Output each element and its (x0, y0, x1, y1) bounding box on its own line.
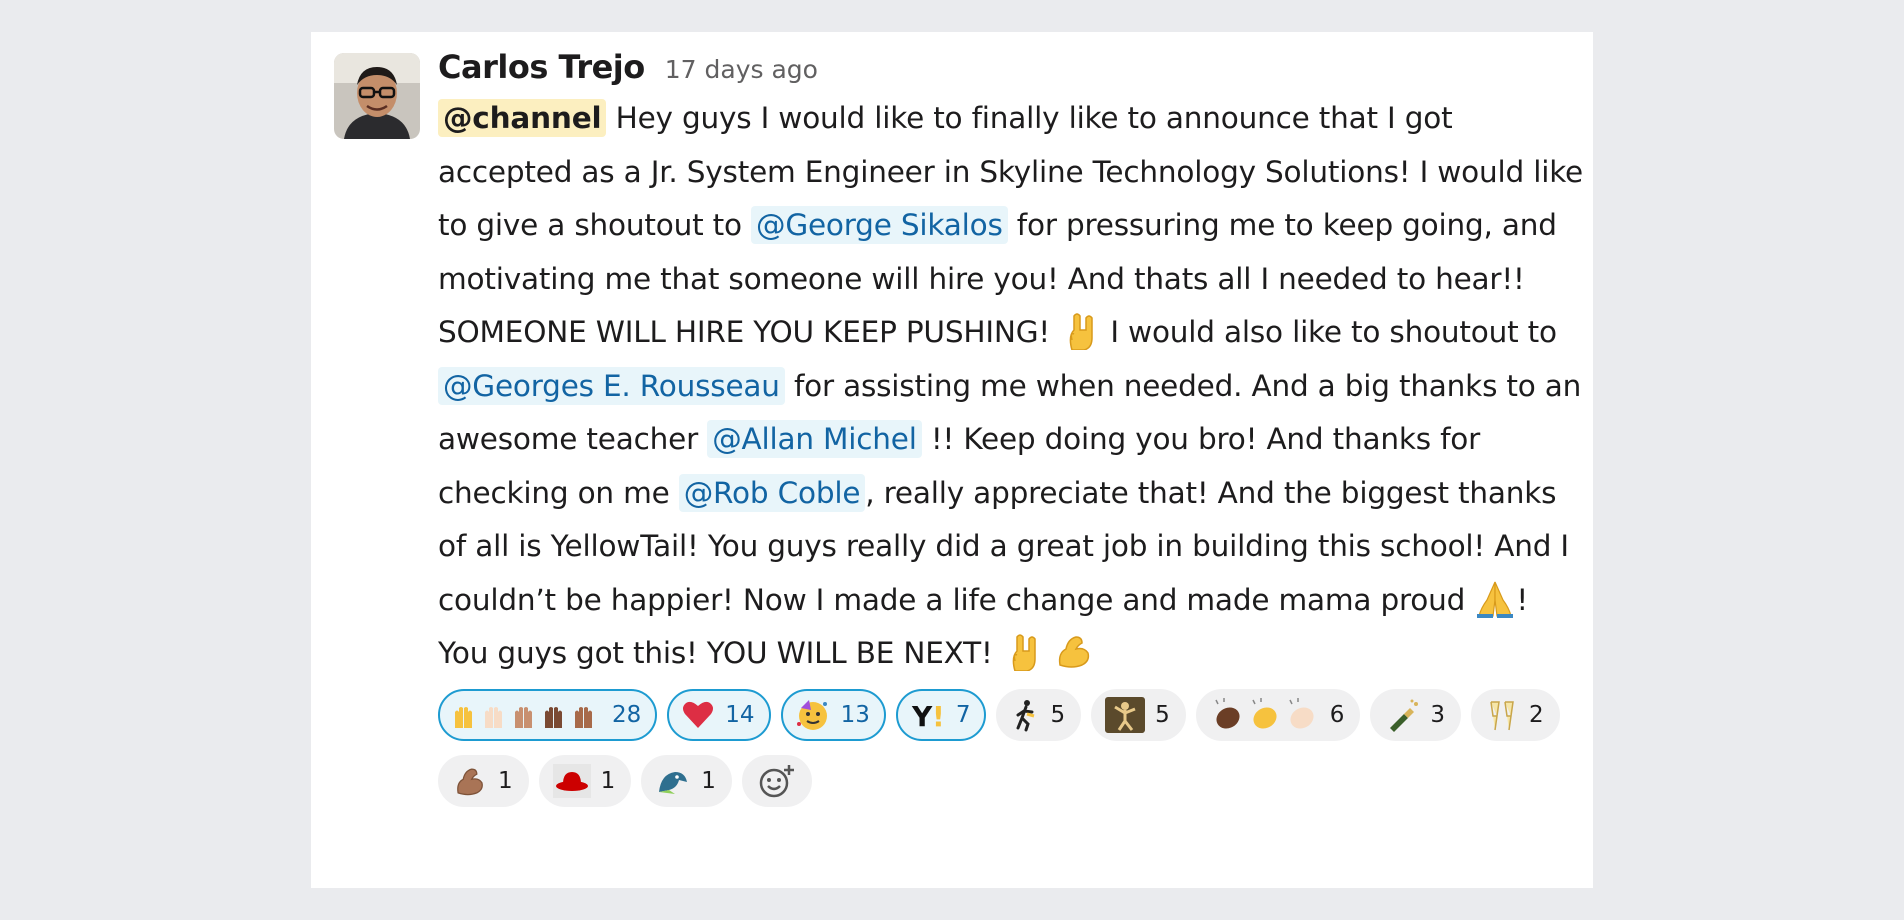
message-timestamp[interactable]: 17 days ago (665, 55, 818, 84)
partying-face-icon (795, 698, 831, 732)
avatar-image (334, 53, 420, 139)
reactions-bar: 28 14 13 Y ! 7 5 5 6 3 2 1 1 1 (438, 688, 1583, 821)
reaction-count: 1 (600, 767, 616, 794)
raised-hands-skin-tones-icon (452, 698, 602, 732)
reaction-count: 28 (612, 701, 642, 728)
dancing-figure-icon (1105, 696, 1146, 733)
flexed-biceps-icon (452, 764, 488, 798)
reaction-count: 5 (1155, 701, 1170, 728)
reaction-clapping-hands[interactable]: 6 (1195, 688, 1361, 741)
champagne-bottle-icon (1384, 698, 1420, 732)
bird-icon (655, 764, 691, 798)
reaction-flexed-biceps[interactable]: 1 (438, 754, 529, 807)
message-content: Carlos Trejo 17 days ago @channel Hey gu… (438, 48, 1583, 821)
reaction-champagne-bottle[interactable]: 3 (1370, 688, 1462, 741)
reaction-raised-hands[interactable]: 28 (438, 688, 658, 741)
red-hat-icon (552, 763, 591, 798)
running-figure-icon (1010, 698, 1040, 732)
clinking-glasses-icon (1485, 698, 1519, 732)
reaction-count: 5 (1050, 701, 1066, 728)
reaction-heart[interactable]: 14 (667, 688, 771, 741)
reaction-bird[interactable]: 1 (641, 754, 732, 807)
folded-hands-icon (1476, 580, 1514, 618)
add-reaction-icon (758, 763, 796, 799)
message-card: Carlos Trejo 17 days ago @channel Hey gu… (311, 32, 1593, 888)
clapping-hands-skin-tones-icon (1210, 697, 1320, 732)
sign-of-horns-icon (1069, 313, 1093, 350)
red-heart-icon (681, 698, 715, 732)
reaction-red-hat[interactable]: 1 (538, 754, 632, 807)
reaction-clinking-glasses[interactable]: 2 (1471, 688, 1560, 741)
reaction-partying-face[interactable]: 13 (780, 688, 886, 741)
reaction-running-figure[interactable]: 5 (996, 688, 1082, 741)
user-mention-georges-rousseau[interactable]: @Georges E. Rousseau (438, 366, 785, 405)
reaction-count: 7 (955, 701, 971, 728)
reaction-count: 3 (1430, 701, 1446, 728)
reaction-count: 14 (725, 701, 755, 728)
reaction-yellowtail[interactable]: Y ! 7 (895, 688, 987, 741)
yellowtail-logo-icon: Y ! (910, 698, 946, 732)
add-reaction-button[interactable] (741, 754, 812, 807)
message-text: @channel Hey guys I would like to finall… (438, 92, 1583, 681)
user-mention-allan-michel[interactable]: @Allan Michel (707, 420, 922, 458)
reaction-count: 13 (840, 701, 870, 728)
flexed-biceps-icon (1058, 636, 1090, 668)
user-avatar[interactable] (334, 53, 420, 139)
sign-of-horns-icon (1012, 634, 1036, 671)
message-header: Carlos Trejo 17 days ago (438, 48, 1583, 92)
author-name[interactable]: Carlos Trejo (438, 48, 645, 86)
svg-text:Y: Y (911, 700, 933, 732)
svg-text:!: ! (932, 700, 945, 732)
reaction-dancing-figure[interactable]: 5 (1091, 688, 1186, 741)
reaction-count: 1 (701, 767, 716, 794)
user-mention-rob-coble[interactable]: @Rob Coble (678, 473, 866, 512)
reaction-count: 1 (498, 767, 513, 794)
user-mention-george-sikalos[interactable]: @George Sikalos (751, 206, 1008, 244)
message-text-segment: I would also like to shoutout to (1101, 315, 1557, 349)
channel-mention[interactable]: @channel (438, 99, 607, 137)
reaction-count: 6 (1329, 701, 1345, 728)
reaction-count: 2 (1529, 701, 1544, 728)
